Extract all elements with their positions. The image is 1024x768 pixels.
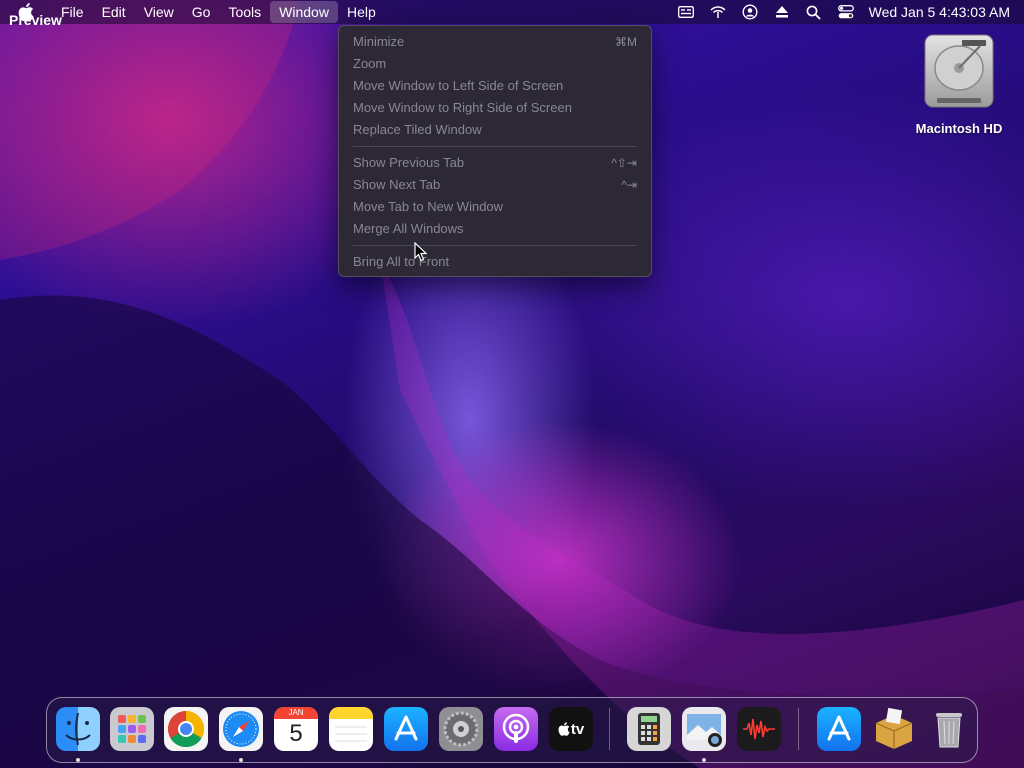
waveform-icon: [743, 718, 775, 740]
user-icon[interactable]: [741, 3, 759, 21]
control-center-icon[interactable]: [837, 3, 855, 21]
menu-separator: [353, 245, 637, 246]
trash-icon: [936, 713, 962, 748]
dock-app-system-preferences[interactable]: [439, 707, 483, 751]
menu-item-merge-windows[interactable]: Merge All Windows: [339, 218, 651, 240]
menu-help[interactable]: Help: [338, 1, 385, 23]
chrome-icon: [167, 711, 205, 748]
spotlight-icon[interactable]: [805, 3, 823, 21]
finder-icon: [65, 712, 91, 746]
app-store-downloads-icon: [827, 715, 851, 741]
app-store-icon: [394, 715, 418, 741]
menu-item-show-previous-tab[interactable]: Show Previous Tab ^⇧⇥: [339, 152, 651, 174]
menu-bar: Preview File Edit View Go Tools Window H…: [0, 0, 1024, 28]
dock-app-installer[interactable]: [872, 707, 916, 751]
menu-item-zoom[interactable]: Zoom: [339, 53, 651, 75]
dock-app-app-store[interactable]: [384, 707, 428, 751]
dock-app-tv[interactable]: tv: [549, 707, 593, 751]
menubar-clock[interactable]: Wed Jan 5 4:43:03 AM: [869, 4, 1010, 20]
dock-app-chrome[interactable]: [164, 707, 208, 751]
installer-package-icon: [875, 707, 913, 749]
podcasts-icon: [502, 713, 530, 743]
shortcut-previous-tab: ^⇧⇥: [611, 156, 637, 170]
dock-app-preview[interactable]: [682, 707, 726, 751]
menu-item-move-tab[interactable]: Move Tab to New Window: [339, 196, 651, 218]
menu-edit[interactable]: Edit: [93, 1, 135, 23]
calculator-icon: [638, 713, 660, 745]
wifi-icon[interactable]: [709, 3, 727, 21]
mouse-cursor-icon: [414, 241, 428, 262]
dock-app-finder[interactable]: [56, 707, 100, 751]
running-indicator: [239, 758, 243, 762]
calendar-month: JAN: [274, 707, 318, 719]
running-indicator: [702, 758, 706, 762]
eject-icon[interactable]: [773, 3, 791, 21]
menu-go[interactable]: Go: [183, 1, 220, 23]
window-menu-dropdown: Minimize ⌘M Zoom Move Window to Left Side…: [338, 25, 652, 277]
menu-item-replace-tiled[interactable]: Replace Tiled Window: [339, 119, 651, 141]
dock-app-store-downloads[interactable]: [817, 707, 861, 751]
calendar-day: 5: [289, 720, 303, 747]
launchpad-icon: [118, 715, 146, 743]
drive-label: Macintosh HD: [915, 121, 1003, 136]
gear-icon: [443, 711, 479, 747]
dock-app-voice-memos[interactable]: [737, 707, 781, 751]
menu-item-minimize[interactable]: Minimize ⌘M: [339, 31, 651, 53]
dock-app-safari[interactable]: [219, 707, 263, 751]
status-area: Wed Jan 5 4:43:03 AM: [677, 0, 1010, 24]
dock-app-launchpad[interactable]: [110, 707, 154, 751]
menu-item-move-right[interactable]: Move Window to Right Side of Screen: [339, 97, 651, 119]
menu-app-preview[interactable]: Preview: [0, 9, 62, 53]
menu-window[interactable]: Window: [270, 1, 338, 23]
preview-icon: [687, 714, 722, 747]
menu-item-bring-all-front[interactable]: Bring All to Front: [339, 251, 651, 273]
dock-app-trash[interactable]: [927, 707, 971, 751]
dock-app-podcasts[interactable]: [494, 707, 538, 751]
dock-app-notes[interactable]: [329, 707, 373, 751]
dock-app-calculator[interactable]: [627, 707, 671, 751]
running-indicator: [76, 758, 80, 762]
dock-divider: [609, 708, 610, 750]
menu-tools[interactable]: Tools: [219, 1, 270, 23]
safari-icon: [223, 711, 259, 747]
dock-divider: [798, 708, 799, 750]
shortcut-next-tab: ^⇥: [621, 178, 637, 192]
dock: JAN 5 tv: [46, 697, 978, 763]
menu-separator: [353, 146, 637, 147]
apple-tv-icon: [558, 722, 570, 736]
desktop-icon-macintosh-hd[interactable]: Macintosh HD: [905, 32, 1013, 136]
menu-item-show-next-tab[interactable]: Show Next Tab ^⇥: [339, 174, 651, 196]
shortcut-minimize: ⌘M: [615, 35, 637, 49]
dock-app-calendar[interactable]: JAN 5: [274, 707, 318, 751]
menu-view[interactable]: View: [135, 1, 183, 23]
menu-item-move-left[interactable]: Move Window to Left Side of Screen: [339, 75, 651, 97]
keyboard-icon[interactable]: [677, 3, 695, 21]
tv-label: tv: [570, 720, 585, 738]
hard-drive-icon: [924, 34, 994, 108]
notes-icon: [329, 707, 373, 742]
